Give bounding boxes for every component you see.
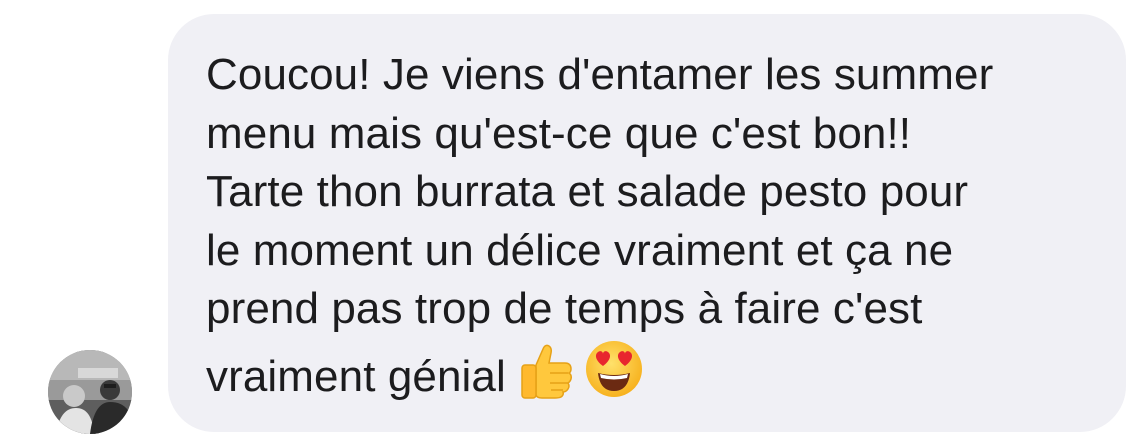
avatar[interactable]	[48, 350, 132, 434]
heart-eyes-icon	[584, 339, 644, 399]
message-bubble[interactable]: Coucou! Je viens d'entamer les summer me…	[168, 14, 1126, 432]
message-line: menu mais qu'est-ce que c'est bon!!	[206, 108, 912, 158]
message-line: Coucou! Je viens d'entamer les summer	[206, 50, 994, 99]
message-row: Coucou! Je viens d'entamer les summer me…	[0, 0, 1146, 438]
thumbs-up-icon	[516, 339, 576, 399]
message-last-line: vraiment génial	[206, 339, 1096, 407]
message-line: Tarte thon burrata et salade pesto pour	[206, 167, 969, 216]
message-line-text: vraiment génial	[206, 351, 506, 401]
message-line: le moment un délice vraiment et ça ne	[206, 225, 954, 275]
message-line: prend pas trop de temps à faire c'est	[206, 284, 923, 333]
avatar-photo	[48, 350, 132, 434]
